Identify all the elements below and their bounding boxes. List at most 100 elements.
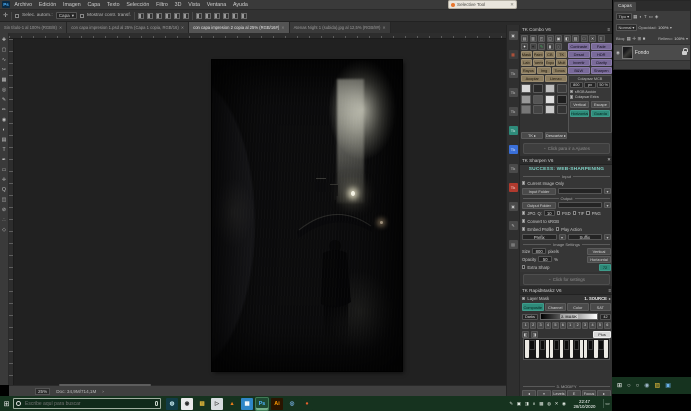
combo-tool-icon[interactable]: ≡ [598,35,605,42]
mask-thumbnail[interactable] [557,84,567,93]
mcb-value-chip[interactable]: 800 [570,82,583,88]
mask-number-button[interactable]: 5 [552,322,559,329]
piano-key[interactable] [525,340,528,358]
tool-icon[interactable]: ▭ [2,165,7,175]
distribute-icon-5[interactable] [232,13,238,19]
panel-icon[interactable]: ▣ [509,202,518,211]
tk-combo-tab[interactable]: TK Combo V6 ≡ [520,25,612,34]
piano-key[interactable] [580,340,583,358]
tool-icon[interactable]: ◐ [2,125,5,135]
piano-key[interactable] [550,340,553,358]
tool-icon[interactable]: ∿ [2,55,6,65]
tool-icon[interactable]: ✛ [2,175,6,185]
canvas-image[interactable] [212,60,402,371]
menu-item[interactable]: Ayuda [230,0,252,10]
tool-icon[interactable]: ✏ [2,105,6,115]
menu-item[interactable]: Filtro [153,0,172,10]
piano-key[interactable] [584,340,587,358]
mask-number-button[interactable]: 6 [560,322,567,329]
panel-icon[interactable]: ▦ [509,50,518,59]
layer-row-fondo[interactable]: ◉ Fondo [614,44,690,61]
combo-action-button[interactable]: B&W [568,67,590,74]
menu-item[interactable]: Ventana [203,0,229,10]
lock-icon[interactable]: ✛ [632,36,636,42]
tray-icon[interactable]: ∧ [532,401,535,407]
menu-item[interactable]: Texto [104,0,123,10]
mask-number-button[interactable]: 2 [530,322,537,329]
tool-icon[interactable]: ▦ [2,75,7,85]
lock-icon[interactable]: ■ [643,36,646,41]
mcb-check-row[interactable]: Colapsar Extra [570,95,610,99]
taskbar-app-icon[interactable]: ▦ [241,398,253,410]
combo-tool-icon[interactable]: ◱ [547,35,554,42]
mask-count-chip[interactable]: 42 [600,314,611,320]
tool-icon[interactable]: ▤ [2,135,7,145]
piano-key[interactable] [564,340,569,350]
mcb-button[interactable]: Guarda [591,110,610,117]
ppi-button[interactable]: 72 [599,264,611,271]
show-transform-checkbox[interactable] [80,14,84,18]
mask-number-button[interactable]: 4 [545,322,552,329]
plus-button[interactable]: Plus [593,331,611,338]
tray-icon[interactable]: ✎ [509,401,513,407]
combo-tool-icon[interactable]: ▣ [555,35,562,42]
paint-tool-icon[interactable]: ✎ [538,43,545,50]
paint-tool-icon[interactable]: ▯ [555,43,562,50]
tab-capas[interactable]: Capas [614,2,636,11]
source-button[interactable]: Composite [522,303,544,311]
combo-action-button[interactable]: Paint [533,51,544,58]
combo-action-button[interactable]: Img [537,67,552,74]
document-area[interactable] [9,39,506,385]
tool-icon[interactable]: ◫ [2,195,7,205]
opacity-value[interactable]: 100% [658,25,668,30]
document-tab[interactable]: Atenas Night 1 (subida).jpg al 12,5% (RG… [290,22,391,33]
menu-item[interactable]: Archivo [11,0,35,10]
quality-value[interactable]: 10 [544,210,555,217]
tool-icon[interactable]: ⊘ [2,205,6,215]
png-checkbox[interactable] [586,211,589,214]
tk-sharpen-tab[interactable]: TK Sharpen V6 ✕ [520,156,613,165]
menu-item[interactable]: 3D [171,0,185,10]
combo-action-button[interactable]: Clarity [591,59,613,66]
tool-icon[interactable]: ✎ [2,95,6,105]
taskbar-app-icon[interactable]: ◉ [181,398,193,410]
taskbar-app-icon[interactable]: Ai [271,398,283,410]
piano-key[interactable] [594,340,597,358]
align-bottom-icon[interactable] [183,13,189,19]
close-icon[interactable]: ✕ [510,2,514,8]
input-folder-button[interactable]: Input Folder [522,188,556,195]
combo-action-button[interactable]: Expo [545,59,556,66]
settings-bar[interactable]: ◔ Click for settings [523,274,610,285]
tool-icon[interactable]: ✚ [2,35,6,45]
tk-rapidmask-tab[interactable]: TK RapidMask2 V6 ≡ [520,286,613,295]
srgb-checkbox[interactable] [522,219,525,222]
mask-thumbnail[interactable] [521,95,531,104]
taskbar-app-icon[interactable]: ▨ [196,398,208,410]
menu-item[interactable]: Edición [35,0,59,10]
piano-key[interactable] [588,340,593,350]
chevron-right-icon[interactable]: › [102,389,104,394]
auto-select-dropdown[interactable]: Capa ▾ [56,12,77,19]
embed-profile-checkbox[interactable] [522,227,525,230]
document-tab[interactable]: con capa impresion 1.psd al 25% (Capa 1 … [67,22,189,33]
taskbar-clock[interactable]: 22:47 28/10/2020 [574,399,596,409]
psd-checkbox[interactable] [557,211,560,214]
mcb-value-chip[interactable]: px [584,82,597,88]
combo-tool-icon[interactable]: ▥ [530,35,537,42]
mask-number-button[interactable]: 1 [522,322,529,329]
selective-tool-window[interactable]: Selective Tool ✕ [448,0,517,9]
piano-key[interactable] [560,340,563,358]
panel-menu-icon[interactable]: ≡ [607,27,610,32]
mask-thumbnail[interactable] [545,105,555,114]
layer-name[interactable]: Fondo [635,50,649,56]
combo-action-button[interactable]: CB [545,51,556,58]
paint-tool-icon[interactable]: ✦ [521,43,528,50]
piano-key[interactable] [574,340,579,350]
close-icon[interactable]: ✕ [281,25,284,30]
zoom-level[interactable]: 25% [35,388,50,395]
tif-checkbox[interactable] [573,211,576,214]
tool-icon[interactable]: ◎ [2,85,6,95]
mcb-button[interactable]: Escape [591,101,610,108]
piano-key[interactable] [554,340,559,350]
menu-item[interactable]: Vista [185,0,203,10]
